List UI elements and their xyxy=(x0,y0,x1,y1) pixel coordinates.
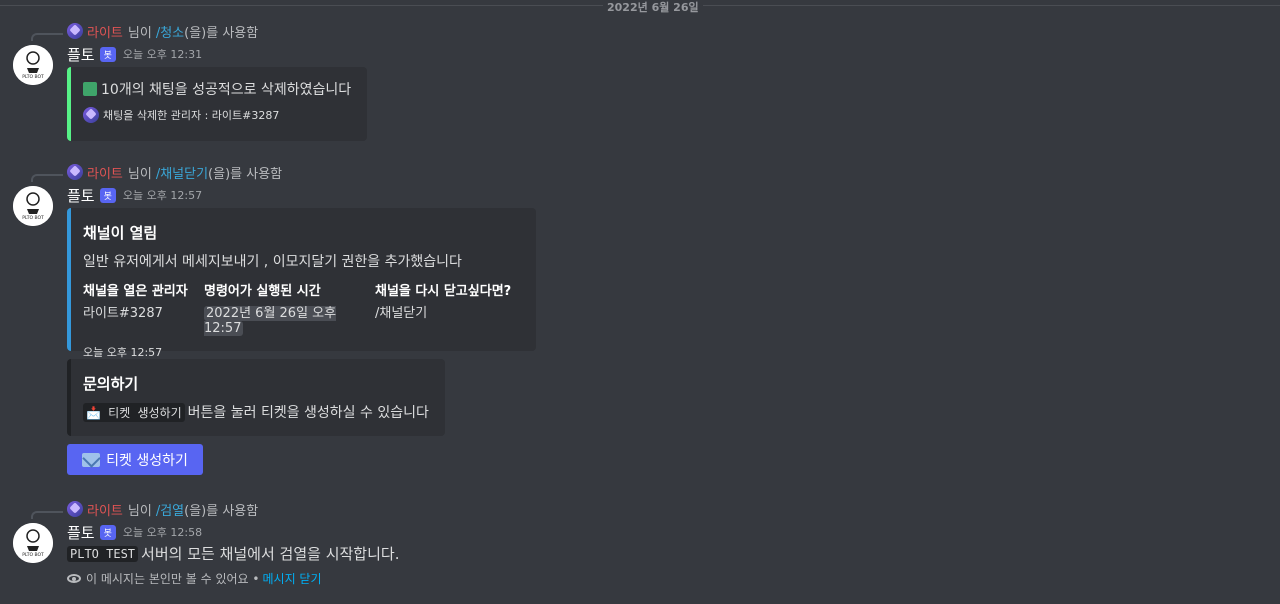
embed-description: 📩 티켓 생성하기 버튼을 눌러 티켓을 생성하실 수 있습니다 xyxy=(83,402,433,422)
field-name: 채널을 다시 닫고싶다면? xyxy=(375,284,512,299)
command-reply[interactable]: 라이트 님이 /채널닫기 (을)를 사용함 xyxy=(67,163,283,182)
user-avatar-icon xyxy=(67,23,83,39)
book-icon xyxy=(83,82,97,96)
timestamp[interactable]: 오늘 오후 12:57 xyxy=(123,187,202,203)
command-reply[interactable]: 라이트 님이 /검열 (을)를 사용함 xyxy=(67,500,259,519)
field-value: /채널닫기 xyxy=(375,306,428,321)
timestamp[interactable]: 오늘 오후 12:31 xyxy=(123,46,202,62)
embed-title: 문의하기 xyxy=(83,375,139,393)
embed-channel-opened: 채널이 열림 일반 유저에게서 메세지보내기 , 이모지달기 권한을 추가했습니… xyxy=(67,208,536,359)
embed-field: 채널을 다시 닫고싶다면? /채널닫기 xyxy=(375,280,511,336)
reply-suffix: (을)를 사용함 xyxy=(184,25,259,41)
embed-description: 10개의 채팅을 성공적으로 삭제하였습니다 xyxy=(83,79,355,99)
inline-code: 📩 티켓 생성하기 xyxy=(83,402,185,422)
reply-text: 님이 xyxy=(127,503,152,519)
embed-field: 채널을 열은 관리자 라이트#3287 xyxy=(83,280,204,336)
embed-field: 명령어가 실행된 시간 2022년 6월 26일 오후 12:57 xyxy=(204,280,375,336)
ephemeral-notice: 이 메시지는 본인만 볼 수 있어요 • 메시지 닫기 xyxy=(67,570,322,587)
create-ticket-button[interactable]: 티켓 생성하기 xyxy=(67,444,203,475)
timestamp[interactable]: 오늘 오후 12:58 xyxy=(123,524,202,540)
reply-username[interactable]: 라이트 xyxy=(87,500,123,519)
bot-badge: 봇 xyxy=(99,187,116,203)
embed-fields: 채널을 열은 관리자 라이트#3287 명령어가 실행된 시간 2022년 6월… xyxy=(83,280,524,336)
bot-avatar[interactable]: PLTO BOT xyxy=(13,523,53,563)
reply-command[interactable]: /채널닫기 xyxy=(156,163,208,182)
envelope-icon xyxy=(82,452,101,467)
reply-command[interactable]: /청소 xyxy=(156,22,184,41)
bot-badge: 봇 xyxy=(99,524,116,540)
reply-text: 님이 xyxy=(127,25,152,41)
command-reply[interactable]: 라이트 님이 /청소 (을)를 사용함 xyxy=(67,22,259,41)
embed-description: 일반 유저에게서 메세지보내기 , 이모지달기 권한을 추가했습니다 xyxy=(83,254,462,270)
svg-text:PLTO BOT: PLTO BOT xyxy=(22,552,44,558)
footer-icon xyxy=(83,107,99,123)
embed-inquiry: 문의하기 📩 티켓 생성하기 버튼을 눌러 티켓을 생성하실 수 있습니다 xyxy=(67,359,445,436)
embed: 10개의 채팅을 성공적으로 삭제하였습니다 채팅을 삭제한 관리자 : 라이트… xyxy=(67,67,367,141)
embed-footer: 오늘 오후 12:57 xyxy=(83,346,163,359)
reply-text: 님이 xyxy=(127,166,152,182)
svg-text:PLTO BOT: PLTO BOT xyxy=(22,74,44,80)
date-divider-label: 2022년 6월 26일 xyxy=(603,2,703,14)
bot-avatar[interactable]: PLTO BOT xyxy=(13,186,53,226)
dismiss-message-link[interactable]: 메시지 닫기 xyxy=(263,570,322,587)
date-divider: 2022년 6월 26일 xyxy=(0,2,1280,14)
embed-title: 채널이 열림 xyxy=(83,224,158,242)
inline-code: PLTO TEST xyxy=(67,545,139,562)
eye-icon xyxy=(67,574,81,583)
reply-suffix: (을)를 사용함 xyxy=(184,503,259,519)
svg-text:PLTO BOT: PLTO BOT xyxy=(22,215,44,221)
bot-avatar[interactable]: PLTO BOT xyxy=(13,45,53,85)
author-name[interactable]: 플토 xyxy=(67,44,95,65)
reply-username[interactable]: 라이트 xyxy=(87,163,123,182)
message-header: 플토 봇 오늘 오후 12:57 xyxy=(67,185,202,205)
author-name[interactable]: 플토 xyxy=(67,185,95,206)
field-value: 라이트#3287 xyxy=(83,306,163,321)
bot-badge: 봇 xyxy=(99,46,116,62)
author-name[interactable]: 플토 xyxy=(67,522,95,543)
field-timestamp[interactable]: 2022년 6월 26일 오후 12:57 xyxy=(204,306,337,336)
message-header: 플토 봇 오늘 오후 12:31 xyxy=(67,44,202,64)
reply-command[interactable]: /검열 xyxy=(156,500,184,519)
field-name: 채널을 열은 관리자 xyxy=(83,284,188,299)
reply-connector xyxy=(31,33,63,41)
user-avatar-icon xyxy=(67,164,83,180)
user-avatar-icon xyxy=(67,501,83,517)
reply-suffix: (을)를 사용함 xyxy=(208,166,283,182)
button-label: 티켓 생성하기 xyxy=(106,452,188,469)
embed-footer: 채팅을 삭제한 관리자 : 라이트#3287 xyxy=(83,107,355,123)
reply-connector xyxy=(31,174,63,182)
message-content: PLTO TEST 서버의 모든 채널에서 검열을 시작합니다. xyxy=(67,543,399,564)
message-header: 플토 봇 오늘 오후 12:58 xyxy=(67,522,202,542)
field-name: 명령어가 실행된 시간 xyxy=(204,284,321,299)
reply-connector xyxy=(31,511,63,519)
reply-username[interactable]: 라이트 xyxy=(87,22,123,41)
